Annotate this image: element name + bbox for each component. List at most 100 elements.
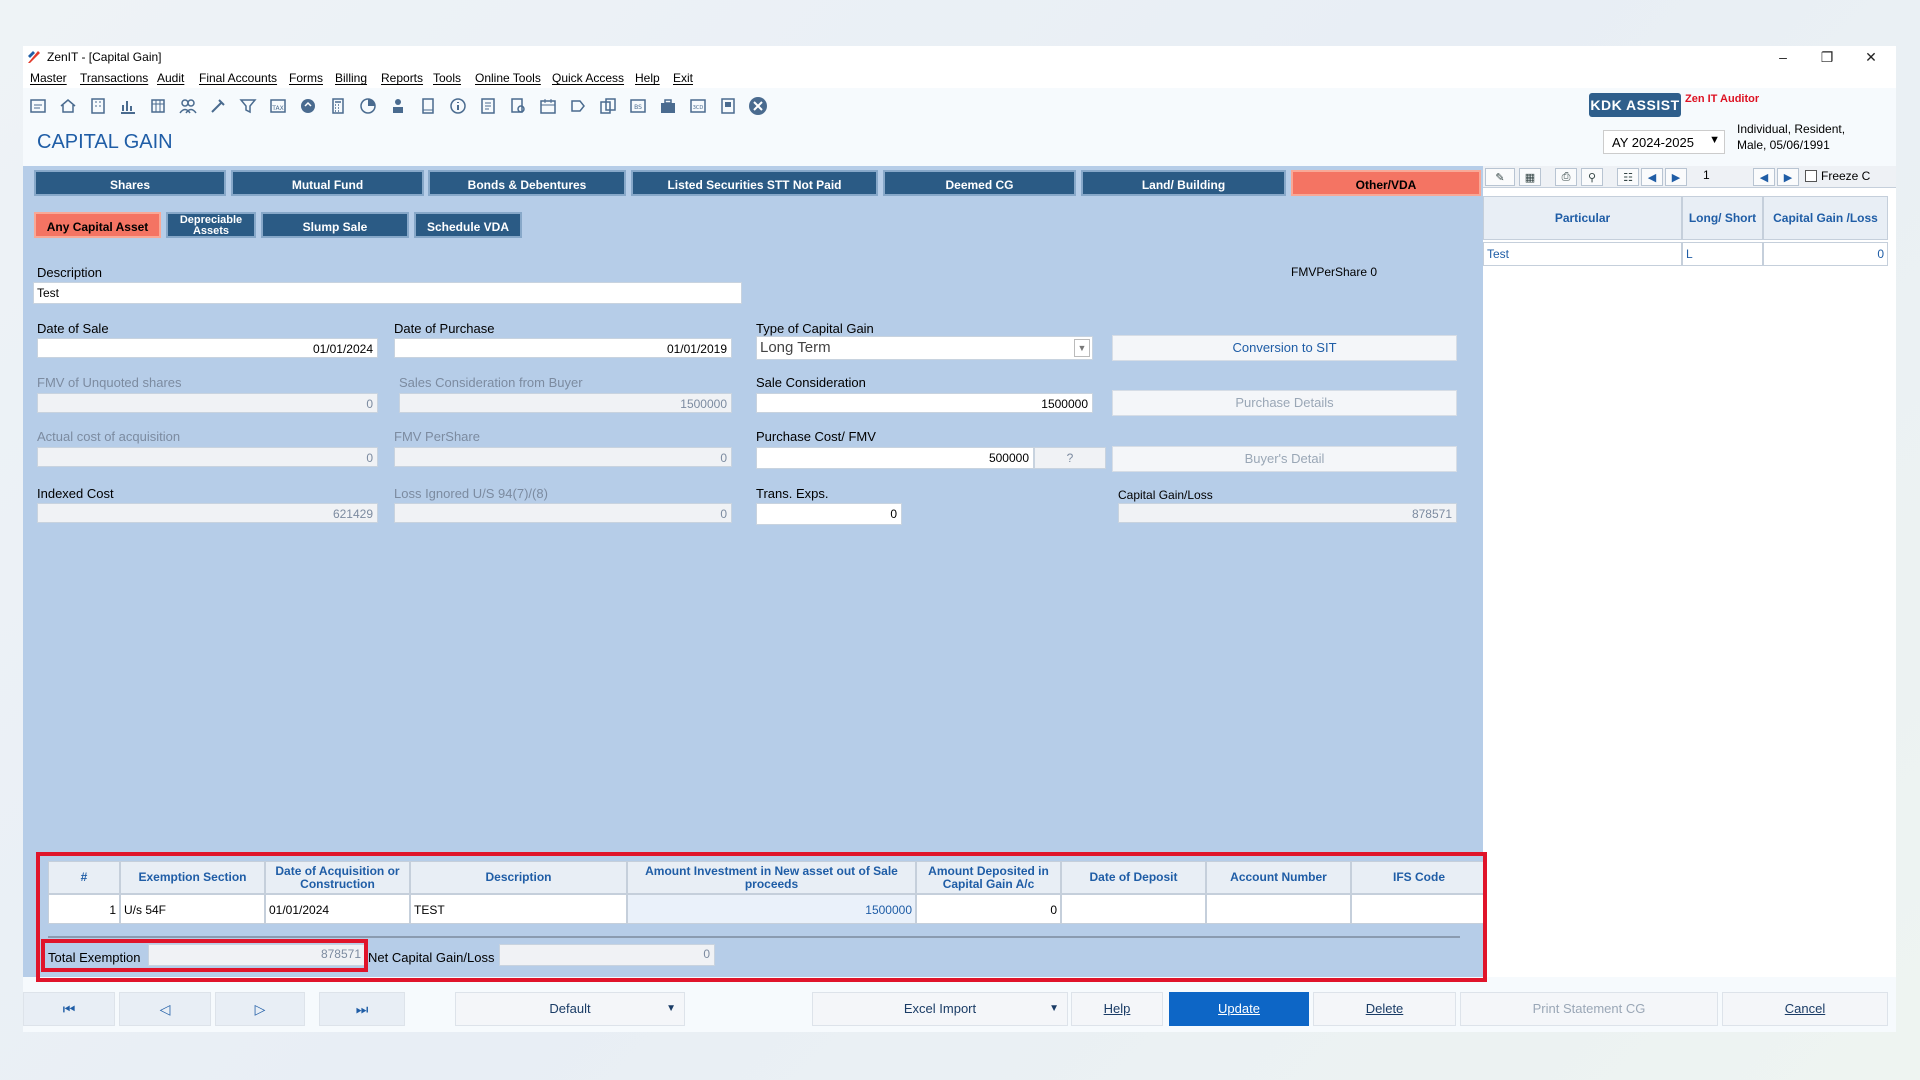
date-of-purchase-input[interactable]: 01/01/2019	[394, 338, 732, 358]
chevron-down-icon: ▼	[1709, 134, 1720, 146]
tab-mutual-fund[interactable]: Mutual Fund	[231, 170, 424, 196]
subtab-schedule-vda[interactable]: Schedule VDA	[414, 212, 522, 238]
last-record-icon[interactable]: ⏭	[319, 992, 405, 1026]
menu-online-tools[interactable]: Online Tools	[475, 71, 541, 85]
purchase-cost-input[interactable]: 500000	[756, 447, 1034, 469]
last-record-icon[interactable]: ▶	[1777, 168, 1799, 186]
description-input[interactable]: Test	[33, 282, 742, 304]
purchase-cost-helper-button[interactable]: ?	[1034, 447, 1106, 469]
next-page-icon[interactable]: ▶	[1665, 168, 1687, 186]
date-of-sale-input[interactable]: 01/01/2024	[37, 338, 378, 358]
search-doc-icon[interactable]	[507, 95, 529, 117]
menu-quick-access[interactable]: Quick Access	[552, 71, 624, 85]
trans-exps-input[interactable]: 0	[756, 503, 902, 525]
kdk-assist-button[interactable]: KDK ASSIST	[1589, 93, 1681, 117]
previous-record-icon[interactable]: ◁	[119, 992, 211, 1026]
pay-icon[interactable]	[387, 95, 409, 117]
edit-tool-icon[interactable]: ✎	[1485, 168, 1515, 186]
default-select[interactable]: Default ▼	[455, 992, 685, 1026]
chevron-down-icon: ▼	[1049, 1003, 1059, 1014]
delete-button[interactable]: Delete	[1313, 992, 1456, 1026]
menu-forms[interactable]: Forms	[289, 71, 323, 85]
report-icon[interactable]	[477, 95, 499, 117]
briefcase-icon[interactable]	[657, 95, 679, 117]
window-title: ZenIT - [Capital Gain]	[47, 50, 162, 64]
tab-land-building[interactable]: Land/ Building	[1081, 170, 1286, 196]
copy-icon[interactable]	[597, 95, 619, 117]
conversion-to-sit-button[interactable]: Conversion to SIT	[1112, 335, 1457, 361]
tab-bonds-debentures[interactable]: Bonds & Debentures	[428, 170, 626, 196]
filter-icon[interactable]	[237, 95, 259, 117]
purchase-details-button[interactable]: Purchase Details	[1112, 390, 1457, 416]
freeze-checkbox[interactable]	[1805, 170, 1817, 182]
subtab-slump-sale[interactable]: Slump Sale	[261, 212, 409, 238]
summary-row-long-short[interactable]: L	[1682, 242, 1763, 266]
users-icon[interactable]	[177, 95, 199, 117]
first-page-icon[interactable]: ◀	[1641, 168, 1663, 186]
close-circle-icon[interactable]	[747, 95, 769, 117]
tax-icon[interactable]: TAX	[267, 95, 289, 117]
bar-chart-icon[interactable]	[117, 95, 139, 117]
minimize-icon[interactable]: –	[1761, 46, 1805, 68]
update-button[interactable]: Update	[1169, 992, 1309, 1026]
tab-shares[interactable]: Shares	[34, 170, 226, 196]
svg-text:BS: BS	[634, 104, 642, 111]
menu-exit[interactable]: Exit	[673, 71, 693, 85]
assessment-year-select[interactable]: AY 2024-2025 ▼	[1603, 130, 1725, 154]
balance-sheet-icon[interactable]: BS	[627, 95, 649, 117]
sales-consideration-buyer-input: 1500000	[399, 393, 732, 413]
open-file-icon[interactable]	[27, 95, 49, 117]
xbrl-icon[interactable]: 3CD	[687, 95, 709, 117]
menu-help[interactable]: Help	[635, 71, 660, 85]
summary-row-particular[interactable]: Test	[1483, 242, 1682, 266]
next-record-icon[interactable]: ▷	[215, 992, 305, 1026]
print-statement-cg-button[interactable]: Print Statement CG	[1460, 992, 1718, 1026]
refresh-icon[interactable]	[297, 95, 319, 117]
close-window-icon[interactable]: ✕	[1849, 46, 1893, 68]
subtab-depreciable-assets[interactable]: Depreciable Assets	[166, 212, 256, 238]
menu-audit[interactable]: Audit	[157, 71, 184, 85]
menu-reports[interactable]: Reports	[381, 71, 423, 85]
highlight-total-exemption	[41, 939, 368, 972]
search-icon[interactable]: ⚲	[1581, 168, 1603, 186]
calculator-icon[interactable]	[327, 95, 349, 117]
purchase-cost-label: Purchase Cost/ FMV	[756, 429, 876, 444]
tools-icon[interactable]	[207, 95, 229, 117]
print-icon[interactable]: ⎙	[1555, 168, 1577, 186]
hierarchy-icon[interactable]: ☷	[1617, 168, 1639, 186]
actual-cost-label: Actual cost of acquisition	[37, 429, 181, 444]
book-icon[interactable]	[417, 95, 439, 117]
first-record-icon[interactable]: ⏮	[23, 992, 115, 1026]
excel-import-select[interactable]: Excel Import ▼	[812, 992, 1068, 1026]
capital-gain-loss-value: 878571	[1118, 503, 1457, 523]
calendar-icon[interactable]	[537, 95, 559, 117]
menu-billing[interactable]: Billing	[335, 71, 367, 85]
prev-record-icon[interactable]: ◀	[1753, 168, 1775, 186]
menu-transactions[interactable]: Transactions	[80, 71, 148, 85]
buyers-detail-button[interactable]: Buyer's Detail	[1112, 446, 1457, 472]
summary-row-gain[interactable]: 0	[1763, 242, 1888, 266]
type-of-capital-gain-select[interactable]: Long Term ▼	[756, 336, 1093, 360]
ledger-icon[interactable]	[717, 95, 739, 117]
tab-deemed-cg[interactable]: Deemed CG	[883, 170, 1076, 196]
info-icon[interactable]	[447, 95, 469, 117]
pie-chart-icon[interactable]	[357, 95, 379, 117]
calculator-icon[interactable]: ▦	[1519, 168, 1541, 186]
chevron-down-icon: ▼	[1074, 339, 1090, 357]
tab-listed-securities[interactable]: Listed Securities STT Not Paid	[631, 170, 878, 196]
menu-tools[interactable]: Tools	[433, 71, 461, 85]
building-icon[interactable]	[87, 95, 109, 117]
capital-gain-loss-label: Capital Gain/Loss	[1118, 488, 1213, 502]
calendar-grid-icon[interactable]	[147, 95, 169, 117]
subtab-any-capital-asset[interactable]: Any Capital Asset	[34, 212, 161, 238]
help-button[interactable]: Help	[1071, 992, 1163, 1026]
fmv-unquoted-input: 0	[37, 393, 378, 413]
tab-other-vda[interactable]: Other/VDA	[1291, 170, 1481, 196]
menu-master[interactable]: Master	[30, 71, 67, 85]
menu-final-accounts[interactable]: Final Accounts	[199, 71, 277, 85]
restore-icon[interactable]: ❐	[1805, 46, 1849, 68]
cancel-button[interactable]: Cancel	[1722, 992, 1888, 1026]
sale-consideration-input[interactable]: 1500000	[756, 393, 1093, 413]
home-icon[interactable]	[57, 95, 79, 117]
export-icon[interactable]	[567, 95, 589, 117]
